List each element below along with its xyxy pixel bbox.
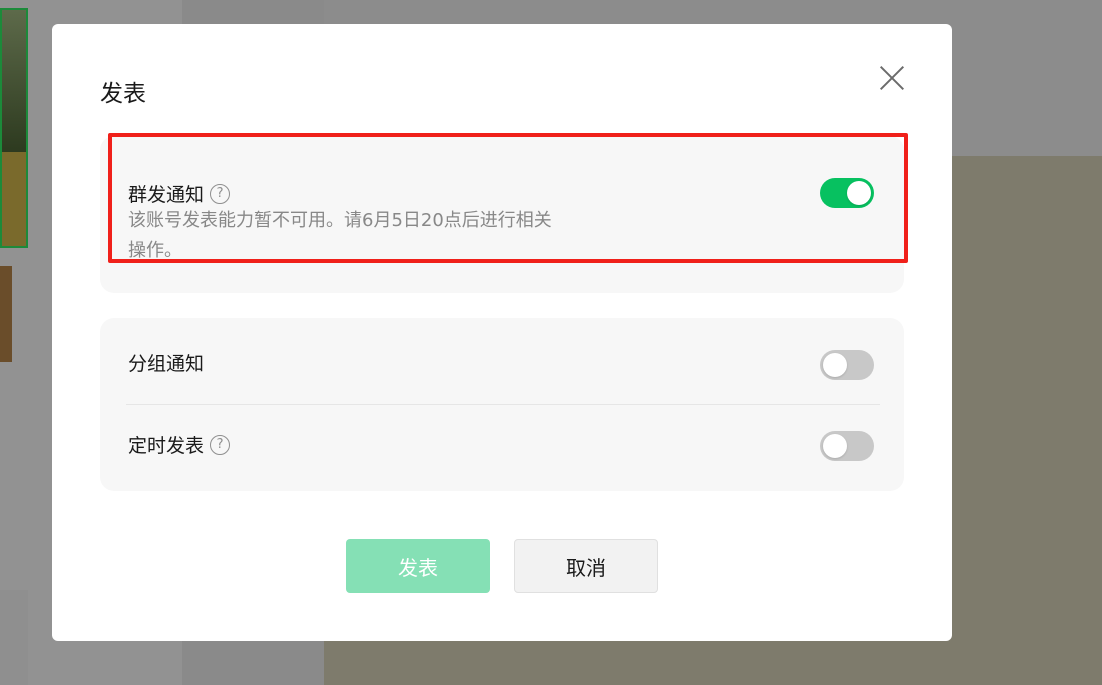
divider (126, 404, 880, 405)
options-card: 分组通知 定时发表 ? (100, 318, 904, 491)
background-card (0, 590, 28, 685)
close-icon[interactable] (876, 62, 908, 94)
mass-notify-row: 群发通知 ? (128, 180, 231, 207)
mass-notify-description-line: 操作。 (128, 240, 182, 261)
cancel-button[interactable]: 取消 (514, 539, 658, 593)
group-notify-label: 分组通知 (128, 353, 205, 375)
group-notify-row: 分组通知 (128, 349, 204, 376)
scheduled-publish-label: 定时发表 (128, 435, 205, 457)
mass-notify-toggle[interactable] (820, 178, 874, 208)
group-notify-toggle[interactable] (820, 350, 874, 380)
mass-notify-description: 该账号发表能力暂不可用。请6月5日20点后进行相关 操作。 (128, 206, 648, 266)
publish-button[interactable]: 发表 (346, 539, 490, 593)
scheduled-publish-toggle[interactable] (820, 431, 874, 461)
help-icon[interactable]: ? (210, 183, 231, 204)
mass-notify-label: 群发通知 (128, 184, 205, 206)
dialog-title: 发表 (100, 81, 146, 107)
mass-notify-description-line: 该账号发表能力暂不可用。请6月5日20点后进行相关 (128, 210, 552, 231)
scheduled-publish-row: 定时发表 ? (128, 431, 231, 458)
mass-notify-card: 群发通知 ? 该账号发表能力暂不可用。请6月5日20点后进行相关 操作。 (100, 136, 904, 293)
publish-dialog: 发表 群发通知 ? 该账号发表能力暂不可用。请6月5日20点后进行相关 操作。 … (52, 24, 952, 641)
background-thumbnail (0, 266, 12, 362)
help-icon[interactable]: ? (210, 434, 231, 455)
background-thumbnail (0, 8, 28, 248)
